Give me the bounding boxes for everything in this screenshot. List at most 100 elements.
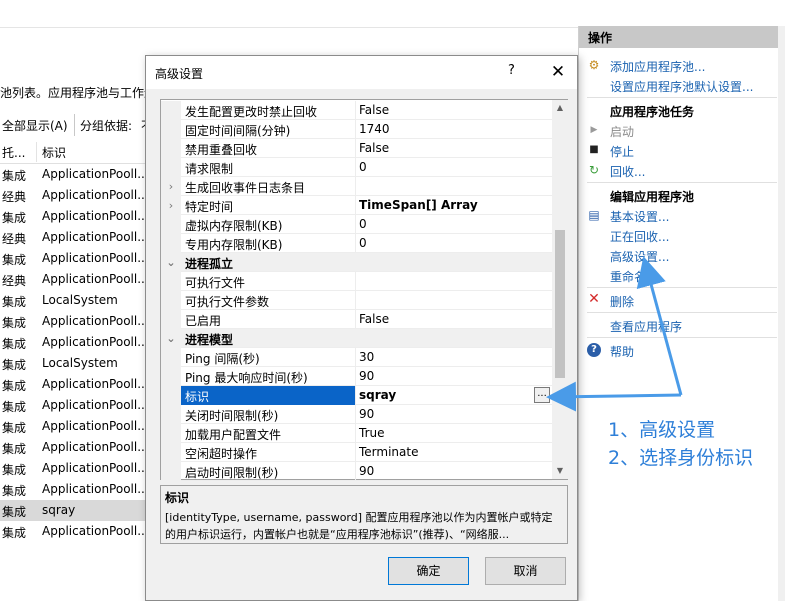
property-row[interactable]: 可执行文件 <box>161 272 552 291</box>
property-value[interactable]: False <box>359 312 389 326</box>
property-value[interactable]: 90 <box>359 464 374 478</box>
pool-row[interactable]: 集成 ApplicationPooll... <box>0 206 150 227</box>
pool-row[interactable]: 集成 ApplicationPooll... <box>0 374 150 395</box>
scroll-up-icon[interactable]: ▲ <box>552 100 568 116</box>
pool-row[interactable]: 集成 ApplicationPooll... <box>0 332 150 353</box>
list-top-strip <box>0 0 578 28</box>
property-row[interactable]: 虚拟内存限制(KB) 0 <box>161 215 552 234</box>
start-link[interactable]: 启动 <box>610 123 634 140</box>
property-row[interactable]: 请求限制 0 <box>161 158 552 177</box>
property-value[interactable]: 0 <box>359 160 367 174</box>
pool-row[interactable]: 集成 ApplicationPooll... <box>0 521 150 542</box>
basic-settings-link[interactable]: 基本设置... <box>610 208 669 225</box>
stop-link[interactable]: 停止 <box>610 143 634 160</box>
pool-identity: ApplicationPooll... <box>42 482 149 496</box>
property-row[interactable]: 发生配置更改时禁止回收 False <box>161 101 552 120</box>
cancel-button[interactable]: 取消 <box>485 557 566 585</box>
scroll-thumb[interactable] <box>555 230 565 378</box>
identity-edit-button[interactable]: ... <box>534 387 550 403</box>
property-value[interactable]: 30 <box>359 350 374 364</box>
collapse-chevron-icon[interactable]: ⌄ <box>161 329 181 348</box>
property-row[interactable]: 禁用重叠回收 False <box>161 139 552 158</box>
collapse-chevron-icon[interactable]: ⌄ <box>161 253 181 272</box>
expand-chevron-icon[interactable]: › <box>161 196 181 215</box>
property-category[interactable]: ⌄ 进程模型 <box>161 329 552 348</box>
pool-row[interactable]: 集成 ApplicationPooll... <box>0 479 150 500</box>
property-value[interactable]: 1740 <box>359 122 390 136</box>
property-row[interactable]: › 特定时间 TimeSpan[] Array <box>161 196 552 215</box>
pool-row[interactable]: 集成 ApplicationPooll... <box>0 164 150 185</box>
property-row[interactable]: 已启用 False <box>161 310 552 329</box>
help-link[interactable]: 帮助 <box>610 343 634 360</box>
property-category[interactable]: ⌄ 进程孤立 <box>161 253 552 272</box>
pool-identity: ApplicationPooll... <box>42 209 149 223</box>
pool-row[interactable]: 经典 ApplicationPooll... <box>0 269 150 290</box>
pool-pipeline-mode: 集成 <box>2 421 27 435</box>
row-gutter <box>161 424 181 443</box>
property-value[interactable]: False <box>359 103 389 117</box>
property-row[interactable]: 启动时间限制(秒) 90 <box>161 462 552 481</box>
add-pool-icon: ⚙ <box>588 58 600 72</box>
property-row[interactable]: 空闲超时操作 Terminate <box>161 443 552 462</box>
property-row[interactable]: 加载用户配置文件 True <box>161 424 552 443</box>
column-header-pipeline[interactable]: 托... <box>2 144 25 161</box>
rename-link[interactable]: 重命名 <box>610 268 646 285</box>
ok-button[interactable]: 确定 <box>388 557 469 585</box>
expand-chevron-icon[interactable]: › <box>161 177 181 196</box>
row-gutter <box>161 386 181 405</box>
property-row[interactable]: 关闭时间限制(秒) 90 <box>161 405 552 424</box>
property-row[interactable]: Ping 最大响应时间(秒) 90 <box>161 367 552 386</box>
pool-row[interactable]: 经典 ApplicationPooll... <box>0 227 150 248</box>
actions-separator <box>587 287 777 288</box>
property-name: 进程孤立 <box>185 257 234 271</box>
dialog-titlebar[interactable]: 高级设置 ? ✕ <box>146 56 577 89</box>
property-value[interactable]: sqray <box>359 388 396 402</box>
column-header-identity[interactable]: 标识 <box>42 144 66 161</box>
pool-identity: ApplicationPooll... <box>42 230 149 244</box>
property-value[interactable]: True <box>359 426 385 440</box>
pool-row[interactable]: 集成 LocalSystem <box>0 353 150 374</box>
pool-row[interactable]: 集成 ApplicationPooll... <box>0 437 150 458</box>
add-pool-link[interactable]: 添加应用程序池... <box>610 58 705 75</box>
property-row[interactable]: Ping 间隔(秒) 30 <box>161 348 552 367</box>
delete-link[interactable]: 删除 <box>610 293 634 310</box>
column-divider <box>355 291 356 310</box>
pool-row[interactable]: 集成 ApplicationPooll... <box>0 458 150 479</box>
pool-row[interactable]: 集成 sqray <box>0 500 150 521</box>
pool-row[interactable]: 集成 ApplicationPooll... <box>0 416 150 437</box>
property-value[interactable]: False <box>359 141 389 155</box>
property-row[interactable]: 标识 sqray... <box>161 386 552 405</box>
scroll-down-icon[interactable]: ▼ <box>552 463 568 479</box>
property-value[interactable]: 90 <box>359 369 374 383</box>
recycling-link[interactable]: 正在回收... <box>610 228 669 245</box>
view-apps-link[interactable]: 查看应用程序 <box>610 318 682 335</box>
pool-row[interactable]: 经典 ApplicationPooll... <box>0 185 150 206</box>
property-row[interactable]: 可执行文件参数 <box>161 291 552 310</box>
window-scrollbar[interactable] <box>778 26 785 601</box>
pool-identity: ApplicationPooll... <box>42 314 149 328</box>
property-value[interactable]: 90 <box>359 407 374 421</box>
pool-pipeline-mode: 经典 <box>2 232 27 246</box>
column-divider <box>355 120 356 139</box>
advanced-settings-link[interactable]: 高级设置... <box>610 248 669 265</box>
pool-row[interactable]: 集成 ApplicationPooll... <box>0 395 150 416</box>
property-name: 启动时间限制(秒) <box>185 466 279 480</box>
property-value[interactable]: 0 <box>359 236 367 250</box>
dialog-close-button[interactable]: ✕ <box>546 60 570 84</box>
property-row[interactable]: 专用内存限制(KB) 0 <box>161 234 552 253</box>
property-value[interactable]: 0 <box>359 217 367 231</box>
dialog-help-button[interactable]: ? <box>508 63 515 78</box>
column-separator[interactable] <box>36 142 37 162</box>
property-row[interactable]: 固定时间间隔(分钟) 1740 <box>161 120 552 139</box>
set-defaults-link[interactable]: 设置应用程序池默认设置... <box>610 78 753 95</box>
pool-row[interactable]: 集成 ApplicationPooll... <box>0 311 150 332</box>
property-row[interactable]: › 生成回收事件日志条目 <box>161 177 552 196</box>
property-grid-scrollbar[interactable]: ▲ ▼ <box>552 100 568 479</box>
property-value[interactable]: Terminate <box>359 445 418 459</box>
pool-row[interactable]: 集成 ApplicationPooll... <box>0 248 150 269</box>
pool-row[interactable]: 集成 LocalSystem <box>0 290 150 311</box>
recycle-link[interactable]: 回收... <box>610 163 645 180</box>
property-value[interactable]: TimeSpan[] Array <box>359 198 478 212</box>
pool-pipeline-mode: 集成 <box>2 400 27 414</box>
show-all-button[interactable]: 全部显示(A) <box>2 117 68 134</box>
